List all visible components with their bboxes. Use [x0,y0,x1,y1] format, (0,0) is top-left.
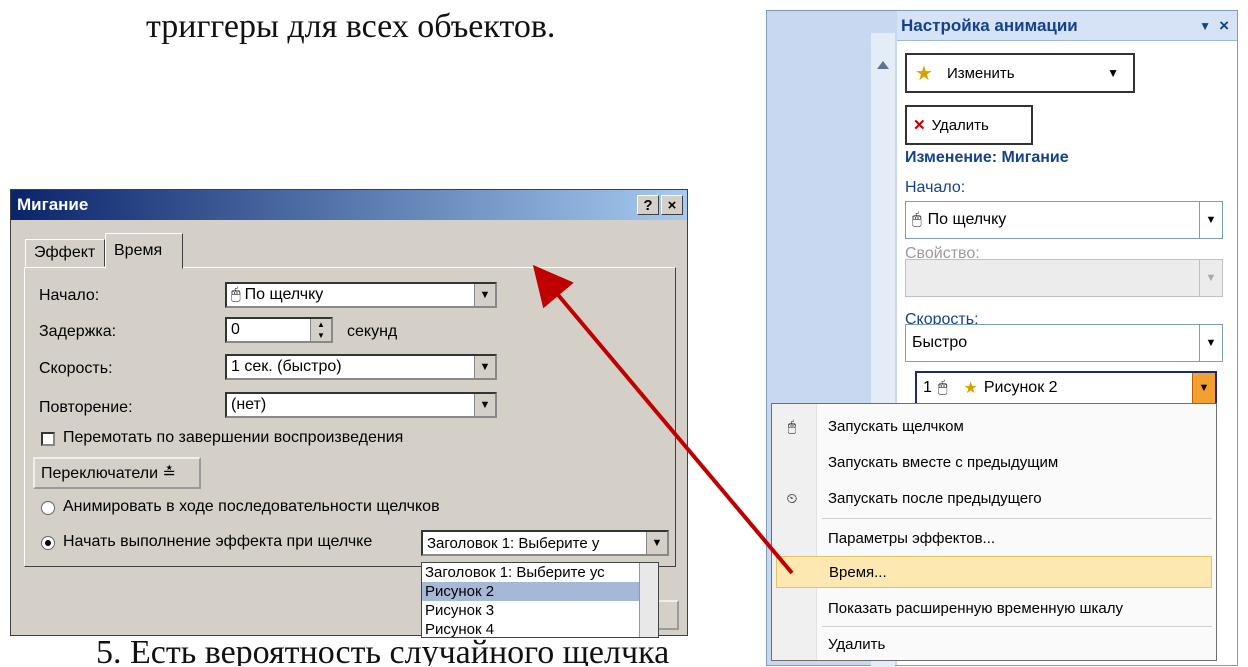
property-combo: ▼ [905,259,1223,297]
repeat-label: Повторение: [39,399,133,416]
change-button-label: Изменить [946,64,1015,82]
repeat-value: (нет) [231,396,267,413]
spinner-arrows-icon[interactable]: ▲ ▼ [310,319,331,341]
menu-item-label: Удалить [828,635,886,653]
menu-item-effect-options[interactable]: Параметры эффектов... [772,522,1216,554]
pane-title: Настройка анимации [901,15,1078,35]
chevron-down-icon[interactable]: ▼ [646,532,667,554]
list-item[interactable]: Рисунок 4 [422,620,658,637]
star-icon: ★ [915,62,933,85]
menu-item-label: Запускать после предыдущего [828,489,1042,507]
delay-label: Задержка: [39,323,117,340]
clock-icon: ⏲ [786,489,798,506]
dialog-titlebar: Мигание ? × [11,190,687,220]
help-button[interactable]: ? [637,195,659,215]
radio-start-on-click[interactable] [41,536,55,550]
item-name: Рисунок 2 [983,379,1058,396]
delay-unit: секунд [347,323,398,340]
radio-animate-label: Анимировать в ходе последовательности ще… [63,498,440,515]
menu-item-start-on-click[interactable]: 🖱 Запускать щелчком [772,410,1216,442]
speed-label: Скорость: [39,360,113,377]
item-number: 1 [923,379,932,396]
chevron-down-icon[interactable]: ▼ [474,356,495,378]
ok-button-partial[interactable] [659,600,679,630]
rewind-label: Перемотать по завершении воспроизведения [63,429,404,446]
delay-value: 0 [231,321,240,338]
start-combo[interactable]: 🖱 По щелчку ▼ [905,201,1223,239]
repeat-combo[interactable]: (нет) ▼ [225,392,497,418]
start-value: По щелчку [927,211,1007,228]
triggers-button[interactable]: Переключатели ≛ [33,457,201,489]
menu-item-label: Запускать вместе с предыдущим [828,453,1059,471]
mouse-icon: 🖱 [231,286,241,303]
chevron-down-icon[interactable]: ▼ [474,394,495,416]
radio-animate-sequence[interactable] [41,501,55,515]
chevron-down-icon: ▼ [1199,260,1222,296]
speed-value: Быстро [912,334,968,351]
document-text-top: триггеры для всех объектов. [146,8,556,45]
radio-start-label: Начать выполнение эффекта при щелчке [63,533,373,550]
animation-list-item[interactable]: 1 🖱 ★ Рисунок 2 ▼ [915,371,1217,405]
menu-item-label: Запускать щелчком [828,417,964,435]
document-text-bottom: 5. Есть вероятность случайного щелчка [96,634,670,666]
change-button[interactable]: ★ Изменить ▼ [905,53,1135,93]
menu-item-show-timeline[interactable]: Показать расширенную временную шкалу [772,592,1216,624]
list-item[interactable]: Рисунок 2 [422,582,658,601]
menu-item-label: Время... [829,563,887,581]
pane-header: Настройка анимации ▼ × [897,11,1237,41]
dialog-title: Мигание [17,195,89,214]
tab-timing[interactable]: Время [105,233,183,269]
speed-value: 1 сек. (быстро) [231,358,342,375]
start-label: Начало: [39,287,100,304]
context-menu: 🖱 Запускать щелчком Запускать вместе с п… [771,403,1217,661]
menu-item-delete[interactable]: Удалить [772,628,1216,660]
star-icon: ★ [963,380,978,397]
delete-icon: ✕ [913,117,926,134]
rewind-checkbox[interactable] [41,432,55,446]
mouse-icon: 🖱 [937,379,948,396]
trigger-dropdown-list[interactable]: Заголовок 1: Выберите ус Рисунок 2 Рисун… [421,562,659,638]
pane-dropdown-icon[interactable]: ▼ [1199,19,1211,33]
menu-item-with-previous[interactable]: Запускать вместе с предыдущим [772,446,1216,478]
mouse-icon: 🖱 [787,417,797,434]
chevron-down-icon[interactable]: ▼ [1192,373,1215,403]
delay-spinner[interactable]: 0 ▲ ▼ [225,317,333,343]
speed-combo[interactable]: Быстро ▼ [905,324,1223,362]
close-icon[interactable]: × [1219,16,1229,36]
menu-item-label: Параметры эффектов... [828,529,996,547]
menu-separator [822,626,1212,627]
effect-dialog: Мигание ? × Эффект Время Начало: 🖱 По ще… [10,189,688,638]
scroll-up-icon[interactable] [877,61,889,69]
start-value: По щелчку [244,286,324,303]
chevron-down-icon[interactable]: ▼ [1199,202,1222,238]
list-item[interactable]: Заголовок 1: Выберите ус [422,563,658,582]
chevron-down-icon[interactable]: ▼ [474,284,495,306]
close-button[interactable]: × [661,195,683,215]
menu-separator [822,518,1212,519]
trigger-object-combo[interactable]: Заголовок 1: Выберите у ▼ [421,530,669,556]
menu-item-timing[interactable]: Время... [776,556,1212,588]
chevron-down-icon[interactable]: ▼ [1199,325,1222,361]
list-item[interactable]: Рисунок 3 [422,601,658,620]
start-label: Начало: [905,179,966,196]
tab-effect[interactable]: Эффект [25,239,105,267]
speed-combo[interactable]: 1 сек. (быстро) ▼ [225,354,497,380]
trigger-combo-value: Заголовок 1: Выберите у [427,534,600,552]
triggers-button-label: Переключатели ≛ [41,465,176,482]
section-title: Изменение: Мигание [905,149,1069,166]
delete-button-label: Удалить [931,116,989,134]
menu-item-after-previous[interactable]: ⏲ Запускать после предыдущего [772,482,1216,514]
chevron-down-icon: ▼ [1107,66,1119,80]
menu-item-label: Показать расширенную временную шкалу [828,599,1124,617]
mouse-icon: 🖱 [912,211,922,228]
scrollbar[interactable] [639,563,658,637]
start-combo[interactable]: 🖱 По щелчку ▼ [225,282,497,308]
delete-button[interactable]: ✕ Удалить [905,105,1033,145]
